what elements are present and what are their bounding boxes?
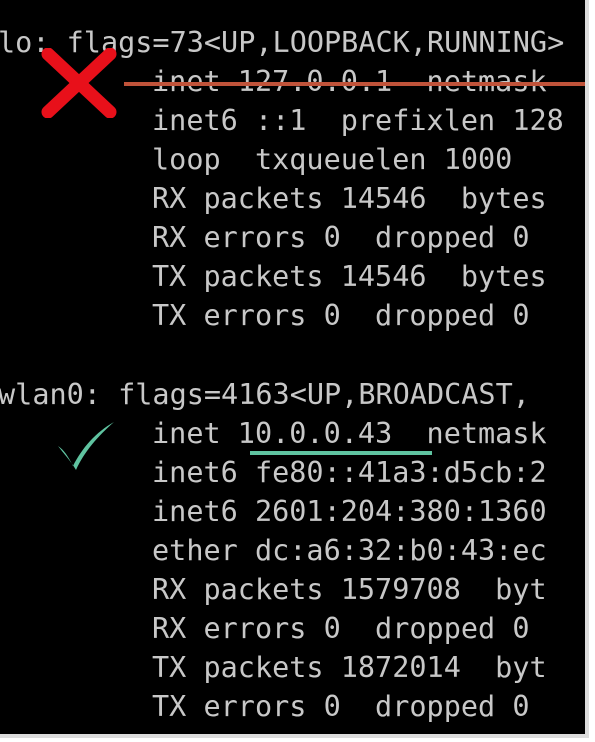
lo-loop-line: loop txqueuelen 1000 (152, 143, 513, 176)
cross-icon (41, 48, 117, 118)
wlan0-tx-packets-line: TX packets 1872014 byt (152, 651, 547, 684)
terminal-window: lo: flags=73<UP,LOOPBACK,RUNNING> inet 1… (0, 0, 589, 738)
wlan0-rx-errors-line: RX errors 0 dropped 0 (152, 612, 530, 645)
lo-rx-packets-line: RX packets 14546 bytes (152, 182, 547, 215)
loopback-strikethrough (124, 82, 585, 86)
check-icon (58, 422, 114, 470)
wlan0-rx-packets-line: RX packets 1579708 byt (152, 573, 547, 606)
lo-inet6-line: inet6 ::1 prefixlen 128 (152, 104, 564, 137)
wlan0-inet-suffix: netmask (392, 417, 547, 450)
wlan0-tx-errors-line: TX errors 0 dropped 0 (152, 690, 530, 723)
wlan0-interface-header: wlan0: flags=4163<UP,BROADCAST, (0, 378, 530, 411)
lo-tx-packets-line: TX packets 14546 bytes (152, 260, 547, 293)
wlan0-inet-line: inet 10.0.0.43 netmask (152, 414, 547, 453)
wlan0-ip-address: 10.0.0.43 (237, 417, 393, 450)
wlan0-ether-line: ether dc:a6:32:b0:43:ec (152, 534, 547, 567)
wlan0-ip-underline (250, 451, 432, 455)
wlan0-inet6-link-line: inet6 fe80::41a3:d5cb:2 (152, 456, 547, 489)
wlan0-inet6-global-line: inet6 2601:204:380:1360 (152, 495, 547, 528)
lo-tx-errors-line: TX errors 0 dropped 0 (152, 299, 530, 332)
wlan0-inet-prefix: inet (152, 417, 238, 450)
lo-rx-errors-line: RX errors 0 dropped 0 (152, 221, 530, 254)
